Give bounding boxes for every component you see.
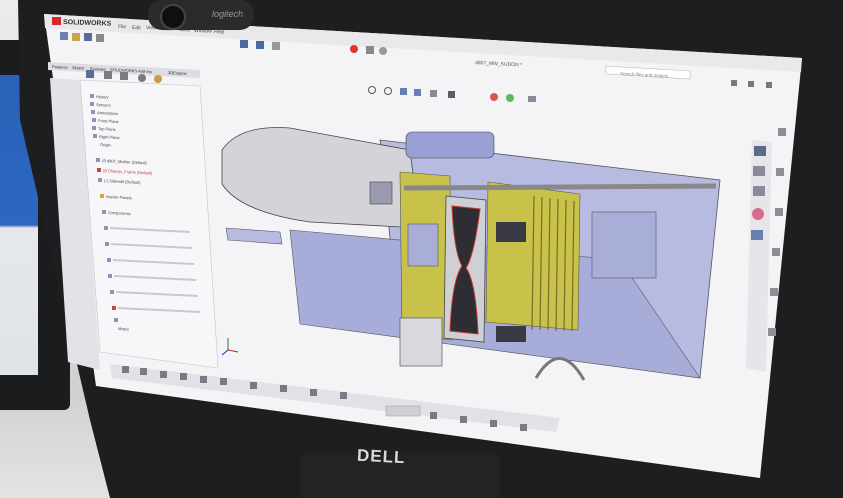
apply-scene-icon[interactable] xyxy=(506,94,514,102)
webcam-lens xyxy=(160,4,186,30)
webcam-brand-label: logitech xyxy=(212,9,244,19)
tree-item-history[interactable]: History xyxy=(96,94,109,100)
menu-item-file[interactable]: File xyxy=(118,24,126,30)
feature-tree-tab-icon[interactable] xyxy=(86,70,94,78)
tab-sketch[interactable]: Sketch xyxy=(72,65,84,71)
solidworks-resources-icon[interactable] xyxy=(754,146,766,156)
model-top-rail xyxy=(403,183,717,191)
rebuild-icon[interactable] xyxy=(350,45,358,53)
tree-item-top-plane[interactable]: Top Plane xyxy=(98,126,117,132)
minimize-icon[interactable] xyxy=(731,80,737,86)
dimxpert-tab-icon[interactable] xyxy=(138,74,146,82)
file-explorer-icon[interactable] xyxy=(753,186,765,196)
edit-appearance-icon[interactable] xyxy=(490,93,498,101)
tab-features[interactable]: Features xyxy=(52,64,68,70)
model-storage-box xyxy=(399,317,443,367)
main-monitor: SOLIDWORKS File Edit View Insert Tools W… xyxy=(18,0,843,498)
display-manager-tab-icon[interactable] xyxy=(154,75,162,83)
redo-icon[interactable] xyxy=(256,41,264,49)
save-icon[interactable] xyxy=(84,33,92,41)
view-orientation-icon[interactable] xyxy=(430,90,437,97)
view-settings-icon[interactable] xyxy=(528,96,536,102)
restore-icon[interactable] xyxy=(748,81,754,87)
menu-item-edit[interactable]: Edit xyxy=(132,25,141,31)
appearances-icon[interactable] xyxy=(752,208,764,220)
open-icon[interactable] xyxy=(72,33,80,41)
section-view-icon[interactable] xyxy=(414,89,421,96)
select-icon[interactable] xyxy=(272,42,280,50)
tree-item-sensors[interactable]: Sensors xyxy=(96,102,111,108)
custom-properties-icon[interactable] xyxy=(751,230,763,240)
tree-item-origin[interactable]: Origin xyxy=(100,142,111,148)
spin-box[interactable] xyxy=(385,405,421,417)
tab-3dexperience[interactable]: 3DExperie xyxy=(168,70,188,76)
options-gear-icon[interactable] xyxy=(379,47,387,55)
feature-manager-panel xyxy=(79,79,219,369)
model-vent-grille xyxy=(496,222,526,242)
previous-view-icon[interactable] xyxy=(400,88,407,95)
model-cabinet xyxy=(591,211,657,279)
close-icon[interactable] xyxy=(766,82,772,88)
file-properties-icon[interactable] xyxy=(366,46,374,54)
display-style-icon[interactable] xyxy=(448,91,455,98)
monitor-brand-logo: DELL xyxy=(356,445,406,468)
configuration-manager-tab-icon[interactable] xyxy=(120,72,128,80)
model-vent-grille xyxy=(496,326,526,342)
undo-icon[interactable] xyxy=(240,40,248,48)
model-cabin-window xyxy=(369,181,393,205)
property-manager-tab-icon[interactable] xyxy=(104,71,112,79)
design-library-icon[interactable] xyxy=(753,166,765,176)
tree-item-mates[interactable]: Mates xyxy=(118,326,129,332)
model-roof-vent xyxy=(405,131,495,159)
new-icon[interactable] xyxy=(60,32,68,40)
model-cabinet xyxy=(407,223,439,267)
print-icon[interactable] xyxy=(96,34,104,42)
